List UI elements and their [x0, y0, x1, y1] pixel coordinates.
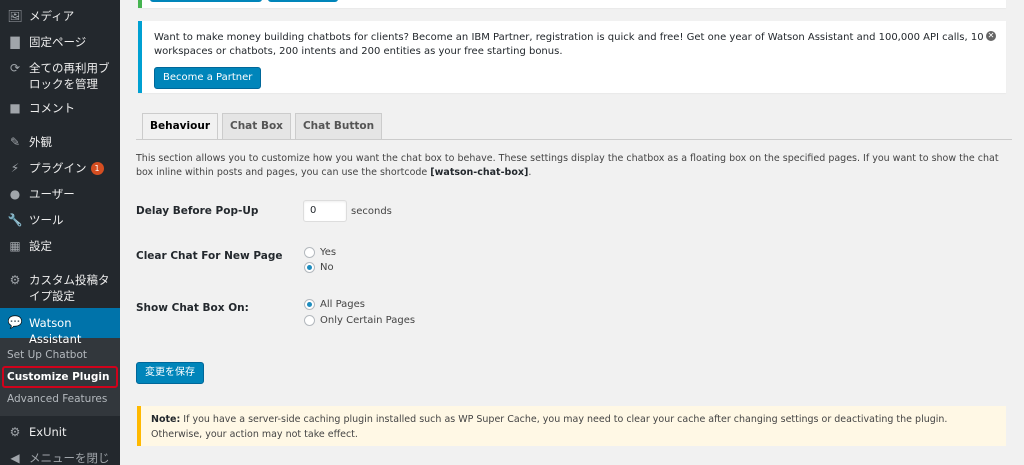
tab-chat-box[interactable]: Chat Box — [222, 113, 291, 140]
menu-tools[interactable]: 🔧 ツール — [0, 208, 120, 234]
menu-label: 固定ページ — [29, 35, 87, 49]
menu-label: Watson Assistant — [29, 316, 82, 346]
menu-label: 全ての再利用ブロックを管理 — [29, 61, 110, 91]
menu-label: ExUnit — [29, 425, 67, 439]
clear-chat-label: Clear Chat For New Page — [136, 250, 283, 262]
admin-sidebar: 🖼 メディア ▇ 固定ページ ⟳ 全ての再利用ブロックを管理 ■ コメント ✎ … — [0, 0, 120, 465]
save-button[interactable]: 変更を保存 — [136, 362, 204, 384]
partner-notice-text: Want to make money building chatbots for… — [154, 32, 984, 57]
menu-label: メニューを閉じる — [29, 451, 110, 465]
settings-tabs: Behaviour Chat Box Chat Button — [142, 113, 386, 140]
user-icon: ● — [9, 187, 21, 201]
menu-users[interactable]: ● ユーザー — [0, 182, 120, 208]
menu-label: 外観 — [29, 135, 52, 149]
submenu-set-up-chatbot[interactable]: Set Up Chatbot — [0, 344, 120, 366]
update-badge: 1 — [90, 162, 104, 175]
top-notice — [138, 0, 1006, 8]
menu-comments[interactable]: ■ コメント — [0, 96, 120, 122]
dismiss-icon[interactable]: ✕ — [986, 31, 996, 41]
menu-label: ユーザー — [29, 187, 75, 201]
note-prefix: Note: — [151, 414, 181, 425]
section-description: This section allows you to customize how… — [136, 153, 999, 178]
notice-button[interactable] — [150, 0, 262, 2]
menu-plugins[interactable]: ⚡ プラグイン 1 — [0, 156, 120, 182]
radio-circle[interactable] — [304, 262, 315, 273]
delay-input[interactable]: 0 — [303, 200, 347, 222]
menu-pages[interactable]: ▇ 固定ページ — [0, 30, 120, 56]
collapse-icon: ◀ — [10, 451, 20, 465]
appearance-icon: ✎ — [9, 135, 21, 149]
gear-icon: ⚙ — [9, 273, 21, 287]
clear-chat-yes-radio[interactable]: Yes — [304, 247, 336, 258]
shortcode: [watson-chat-box] — [430, 167, 529, 178]
menu-label: ツール — [29, 213, 64, 227]
tab-chat-button[interactable]: Chat Button — [294, 113, 383, 140]
delay-suffix: seconds — [351, 206, 392, 217]
tab-behaviour[interactable]: Behaviour — [142, 113, 218, 140]
show-all-pages-radio[interactable]: All Pages — [304, 299, 365, 310]
blocks-icon: ⟳ — [9, 61, 21, 75]
comment-icon: ■ — [9, 101, 21, 115]
menu-label: カスタム投稿タイプ設定 — [29, 273, 110, 303]
menu-collapse[interactable]: ◀ メニューを閉じる — [0, 446, 120, 465]
chat-icon: 💬 — [7, 315, 23, 329]
menu-watson-assistant[interactable]: 💬 Watson Assistant — [0, 308, 120, 346]
show-chat-box-label: Show Chat Box On: — [136, 302, 249, 314]
plugin-icon: ⚡ — [10, 161, 20, 175]
show-certain-pages-radio[interactable]: Only Certain Pages — [304, 315, 415, 326]
menu-exunit[interactable]: ⚙ ExUnit — [0, 420, 120, 446]
notice-button[interactable] — [268, 0, 338, 2]
watson-submenu: Set Up Chatbot Customize Plugin Advanced… — [0, 338, 120, 416]
delay-label: Delay Before Pop-Up — [136, 205, 259, 217]
submenu-customize-plugin[interactable]: Customize Plugin — [2, 366, 118, 388]
radio-circle[interactable] — [304, 247, 315, 258]
radio-circle[interactable] — [304, 315, 315, 326]
menu-label: プラグイン 1 — [29, 156, 104, 176]
media-icon: 🖼 — [7, 9, 23, 23]
menu-label: 設定 — [29, 239, 52, 253]
tab-divider — [136, 139, 1012, 140]
menu-reusable-blocks[interactable]: ⟳ 全ての再利用ブロックを管理 — [0, 56, 120, 96]
caching-note: Note: If you have a server-side caching … — [137, 406, 1006, 446]
menu-appearance[interactable]: ✎ 外観 — [0, 130, 120, 156]
menu-label: コメント — [29, 101, 75, 115]
menu-label: メディア — [29, 9, 75, 23]
main-content: Want to make money building chatbots for… — [120, 0, 1024, 465]
become-partner-button[interactable]: Become a Partner — [154, 67, 262, 89]
partner-notice: Want to make money building chatbots for… — [138, 21, 1006, 93]
page-icon: ▇ — [10, 35, 20, 49]
submenu-advanced-features[interactable]: Advanced Features — [0, 388, 120, 410]
settings-icon: ▦ — [9, 239, 21, 253]
menu-custom-post-type[interactable]: ⚙ カスタム投稿タイプ設定 — [0, 268, 120, 308]
menu-settings[interactable]: ▦ 設定 — [0, 234, 120, 260]
tool-icon: 🔧 — [7, 213, 23, 227]
exunit-icon: ⚙ — [9, 425, 21, 439]
clear-chat-no-radio[interactable]: No — [304, 262, 334, 273]
menu-media[interactable]: 🖼 メディア — [0, 4, 120, 30]
radio-circle[interactable] — [304, 299, 315, 310]
